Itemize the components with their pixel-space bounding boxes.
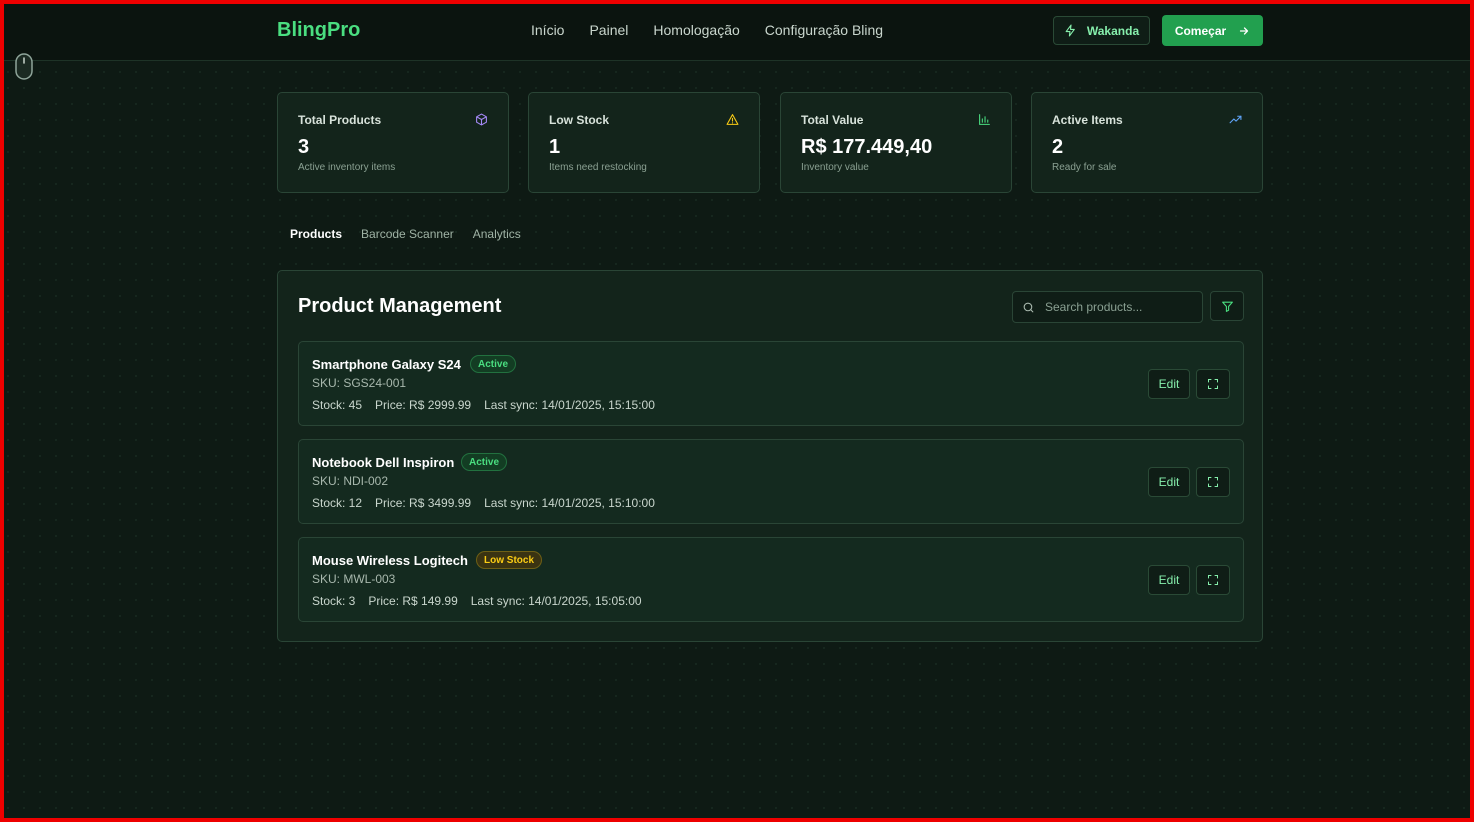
product-stock: Stock: 3 bbox=[312, 594, 356, 608]
expand-icon bbox=[1208, 575, 1218, 585]
tab-barcode-scanner[interactable]: Barcode Scanner bbox=[361, 227, 454, 241]
stat-value: R$ 177.449,40 bbox=[801, 136, 933, 158]
stat-card-low-stock: Low Stock 1 Items need restocking bbox=[528, 92, 760, 193]
search-input[interactable] bbox=[1045, 300, 1185, 314]
stat-title: Low Stock bbox=[549, 113, 610, 127]
status-badge: Low Stock bbox=[476, 551, 543, 569]
filter-button[interactable] bbox=[1210, 291, 1244, 321]
stat-value: 3 bbox=[298, 136, 310, 158]
edit-button[interactable]: Edit bbox=[1148, 565, 1190, 595]
product-last-sync: Last sync: 14/01/2025, 15:10:00 bbox=[484, 496, 655, 510]
product-price: Price: R$ 149.99 bbox=[368, 594, 458, 608]
expand-button[interactable] bbox=[1196, 565, 1230, 595]
stat-subtitle: Active inventory items bbox=[298, 162, 396, 173]
product-name: Mouse Wireless Logitech bbox=[312, 553, 468, 568]
tab-bar: Products Barcode Scanner Analytics bbox=[290, 227, 521, 241]
edit-button[interactable]: Edit bbox=[1148, 369, 1190, 399]
stat-subtitle: Items need restocking bbox=[549, 162, 647, 173]
status-badge: Active bbox=[461, 453, 508, 471]
product-last-sync: Last sync: 14/01/2025, 15:05:00 bbox=[470, 594, 642, 608]
main-nav: Início Painel Homologação Configuração B… bbox=[531, 22, 883, 38]
trending-up-icon bbox=[1229, 115, 1242, 124]
warning-icon bbox=[726, 114, 739, 125]
edit-button[interactable]: Edit bbox=[1148, 467, 1190, 497]
tab-products[interactable]: Products bbox=[290, 227, 342, 241]
expand-icon bbox=[1208, 379, 1218, 389]
wakanda-button[interactable]: Wakanda bbox=[1053, 16, 1150, 45]
bar-chart-icon bbox=[979, 114, 990, 125]
expand-button[interactable] bbox=[1196, 467, 1230, 497]
search-icon bbox=[1023, 302, 1034, 312]
product-meta: Stock: 45 Price: R$ 2999.99 Last sync: 1… bbox=[312, 398, 655, 412]
arrow-right-icon bbox=[1240, 26, 1249, 35]
product-row: Notebook Dell Inspiron Active SKU: NDI-0… bbox=[298, 439, 1244, 524]
start-button-label: Começar bbox=[1174, 23, 1227, 38]
wakanda-button-label: Wakanda bbox=[1086, 23, 1140, 38]
product-sku: SKU: MWL-003 bbox=[312, 572, 396, 586]
product-price: Price: R$ 3499.99 bbox=[375, 496, 472, 510]
product-price: Price: R$ 2999.99 bbox=[375, 398, 472, 412]
stat-card-total-value: Total Value R$ 177.449,40 Inventory valu… bbox=[780, 92, 1012, 193]
expand-button[interactable] bbox=[1196, 369, 1230, 399]
product-meta: Stock: 12 Price: R$ 3499.99 Last sync: 1… bbox=[312, 496, 655, 510]
nav-link-homologacao[interactable]: Homologação bbox=[653, 22, 739, 38]
nav-link-inicio[interactable]: Início bbox=[531, 22, 564, 38]
start-button[interactable]: Começar bbox=[1162, 15, 1263, 46]
stat-subtitle: Ready for sale bbox=[1052, 162, 1117, 173]
package-icon bbox=[476, 113, 487, 126]
product-last-sync: Last sync: 14/01/2025, 15:15:00 bbox=[484, 398, 655, 412]
stat-title: Total Products bbox=[298, 113, 382, 127]
product-management-panel: Product Management Smartphone Galaxy S24… bbox=[277, 270, 1263, 642]
stat-card-active-items: Active Items 2 Ready for sale bbox=[1031, 92, 1263, 193]
nav-link-painel[interactable]: Painel bbox=[589, 22, 628, 38]
tab-analytics[interactable]: Analytics bbox=[473, 227, 521, 241]
stat-value: 1 bbox=[549, 136, 561, 158]
filter-icon bbox=[1221, 301, 1233, 312]
product-name: Smartphone Galaxy S24 bbox=[312, 357, 461, 372]
panel-title: Product Management bbox=[298, 295, 502, 317]
status-badge: Active bbox=[470, 355, 517, 373]
product-row: Smartphone Galaxy S24 Active SKU: SGS24-… bbox=[298, 341, 1244, 426]
stat-subtitle: Inventory value bbox=[801, 162, 869, 173]
stat-title: Active Items bbox=[1052, 113, 1123, 127]
product-row: Mouse Wireless Logitech Low Stock SKU: M… bbox=[298, 537, 1244, 622]
stat-title: Total Value bbox=[801, 113, 864, 127]
stat-card-total-products: Total Products 3 Active inventory items bbox=[277, 92, 509, 193]
product-stock: Stock: 12 bbox=[312, 496, 363, 510]
product-name: Notebook Dell Inspiron bbox=[312, 455, 455, 470]
expand-icon bbox=[1208, 477, 1218, 487]
stat-value: 2 bbox=[1052, 136, 1064, 158]
product-sku: SKU: NDI-002 bbox=[312, 474, 389, 488]
lightning-icon bbox=[1065, 24, 1075, 37]
product-sku: SKU: SGS24-001 bbox=[312, 376, 407, 390]
brand-logo[interactable]: BlingPro bbox=[277, 19, 360, 42]
search-box[interactable] bbox=[1012, 291, 1203, 323]
nav-link-configuracao-bling[interactable]: Configuração Bling bbox=[765, 22, 883, 38]
top-navbar: BlingPro Início Painel Homologação Confi… bbox=[0, 0, 1474, 61]
product-stock: Stock: 45 bbox=[312, 398, 363, 412]
mouse-icon bbox=[15, 53, 33, 80]
product-meta: Stock: 3 Price: R$ 149.99 Last sync: 14/… bbox=[312, 594, 642, 608]
